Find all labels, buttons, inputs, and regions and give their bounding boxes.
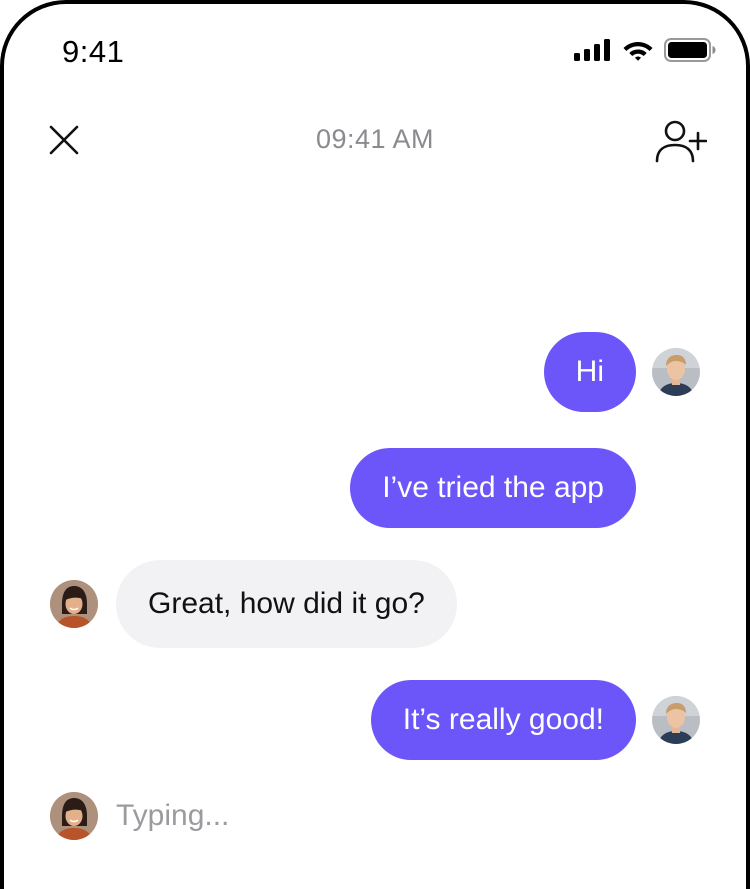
phone-frame: 9:41 09:41 AM Hi I’ve tried the app Grea… [0,0,750,889]
avatar [652,348,700,396]
avatar [50,580,98,628]
avatar [652,696,700,744]
outgoing-message-bubble[interactable]: It’s really good! [370,680,636,760]
user-avatar-icon [652,348,700,396]
add-user-button[interactable] [654,114,708,168]
incoming-message-bubble[interactable]: Great, how did it go? [116,560,457,648]
avatar [50,792,98,840]
outgoing-message-bubble[interactable]: Hi [543,332,636,412]
battery-icon [664,38,716,62]
conversation-timestamp: 09:41 AM [315,124,435,154]
contact-avatar-icon [50,792,98,840]
cellular-signal-icon [574,39,610,61]
status-bar-time: 9:41 [62,34,125,69]
wifi-icon [623,42,653,61]
typing-label: Typing... [116,799,230,832]
message-row: It’s really good! [370,680,700,760]
status-bar-icons [574,38,716,62]
outgoing-message-bubble[interactable]: I’ve tried the app [350,448,636,528]
message-row: Hi [543,332,700,412]
user-avatar-icon [652,696,700,744]
message-row: I’ve tried the app [350,448,636,528]
contact-avatar-icon [50,580,98,628]
typing-indicator: Typing... [50,792,229,840]
add-user-icon [655,120,707,163]
message-row: Great, how did it go? [50,560,457,648]
